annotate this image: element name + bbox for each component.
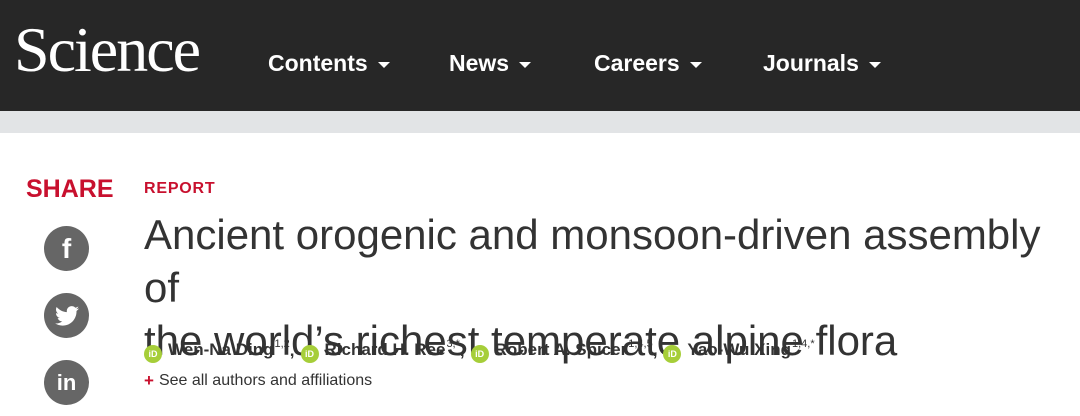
author-link[interactable]: iD Richard H. Ree 3,* <box>300 338 460 363</box>
author-affiliation-marks: 1,4,* <box>792 338 815 350</box>
chevron-down-icon <box>689 61 702 68</box>
author-list: iD Wen-Na Ding 1,2 , iD Richard H. Ree 3… <box>144 338 815 363</box>
nav-careers[interactable]: Careers <box>594 47 702 79</box>
author-name: Richard H. Ree <box>324 340 446 359</box>
orcid-icon[interactable]: iD <box>663 345 682 363</box>
author-name: Robert A. Spicer <box>494 340 628 359</box>
share-label: SHARE <box>26 175 114 203</box>
author-affiliation-marks: 3,* <box>446 338 460 350</box>
orcid-icon[interactable]: iD <box>300 345 319 363</box>
site-header: Science Contents News Careers Journals <box>0 0 1080 111</box>
orcid-icon[interactable]: iD <box>144 345 162 363</box>
author-affiliation-marks: 1,4,5 <box>628 338 653 350</box>
author-link[interactable]: iD Yao-Wu Xing 1,4,* <box>663 338 815 363</box>
see-all-authors-link[interactable]: + See all authors and affiliations <box>144 371 372 391</box>
science-logo[interactable]: Science <box>14 10 201 90</box>
plus-icon: + <box>144 371 154 390</box>
author-link[interactable]: iD Wen-Na Ding 1,2 <box>144 338 290 363</box>
nav-contents[interactable]: Contents <box>268 47 390 79</box>
header-divider-bar <box>0 111 1080 133</box>
nav-contents-label: Contents <box>268 50 368 76</box>
nav-careers-label: Careers <box>594 50 680 76</box>
facebook-share-button[interactable]: f <box>44 226 89 271</box>
author-link[interactable]: iD Robert A. Spicer 1,4,5 <box>470 338 653 363</box>
orcid-icon[interactable]: iD <box>470 345 489 363</box>
twitter-icon <box>54 305 79 326</box>
nav-news[interactable]: News <box>449 47 532 79</box>
author-separator: , <box>289 340 295 360</box>
see-all-authors-label: See all authors and affiliations <box>158 372 373 389</box>
article-type-label: REPORT <box>144 180 216 197</box>
nav-news-label: News <box>449 50 510 76</box>
chevron-down-icon <box>868 61 881 68</box>
linkedin-icon: in <box>56 370 77 395</box>
chevron-down-icon <box>519 61 532 68</box>
linkedin-share-button[interactable]: in <box>44 360 89 405</box>
nav-journals[interactable]: Journals <box>763 47 881 79</box>
author-separator: , <box>652 340 658 360</box>
author-name: Yao-Wu Xing <box>687 340 791 359</box>
article-title-line-1: Ancient orogenic and monsoon-driven asse… <box>144 211 1041 311</box>
twitter-share-button[interactable] <box>44 293 89 338</box>
author-affiliation-marks: 1,2 <box>274 338 290 350</box>
chevron-down-icon <box>377 61 390 68</box>
author-separator: , <box>459 340 465 360</box>
author-name: Wen-Na Ding <box>168 340 274 359</box>
facebook-icon: f <box>61 233 72 264</box>
nav-journals-label: Journals <box>763 50 859 76</box>
